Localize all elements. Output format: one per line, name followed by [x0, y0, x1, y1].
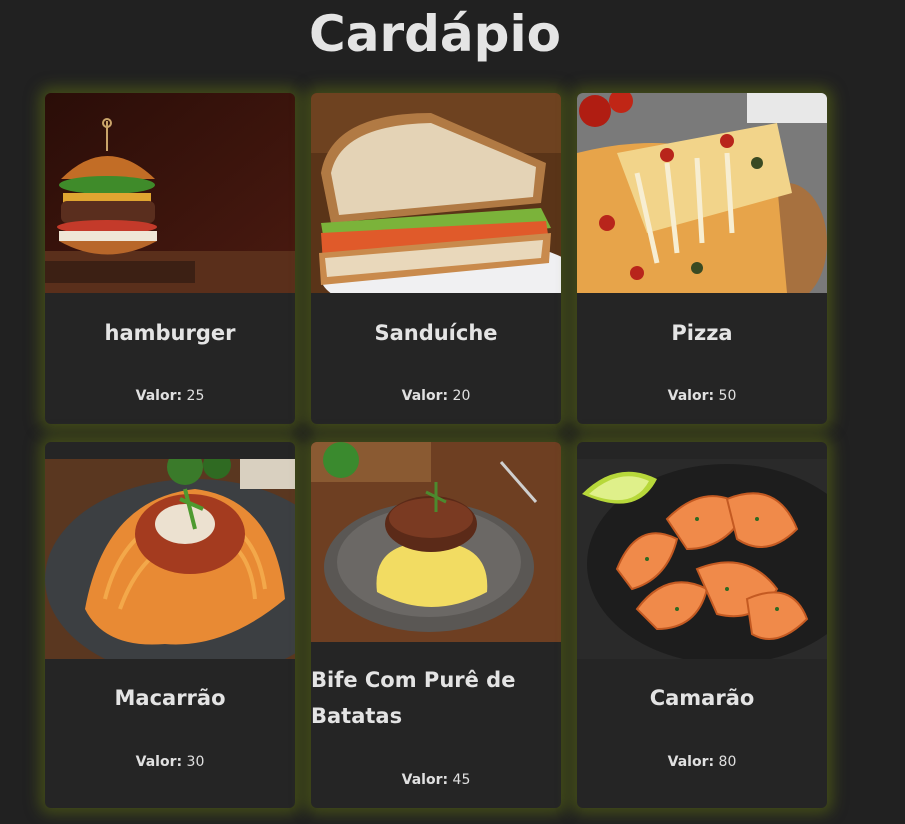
pizza-image — [577, 93, 827, 293]
menu-item-name: Pizza — [671, 321, 733, 345]
menu-item-name: Macarrão — [114, 686, 226, 710]
price-label: Valor: — [401, 388, 449, 404]
steak-mashed-potatoes-photo — [311, 442, 561, 642]
price-label: Valor: — [135, 754, 183, 770]
shrimp-photo — [577, 459, 827, 659]
spaghetti-photo — [45, 459, 295, 659]
sandwich-image — [311, 93, 561, 293]
page-title: Cardápio — [309, 5, 561, 63]
hamburger-photo — [45, 93, 295, 293]
menu-item-price: Valor: 50 — [577, 388, 827, 404]
menu-card-pizza[interactable]: Pizza Valor: 50 — [577, 93, 827, 424]
price-value: 45 — [452, 772, 471, 788]
price-value: 30 — [186, 754, 205, 770]
menu-item-name: Camarão — [649, 686, 755, 710]
steak-image — [311, 442, 561, 642]
price-label: Valor: — [667, 754, 715, 770]
menu-item-price: Valor: 45 — [311, 772, 561, 788]
shrimp-image — [577, 459, 827, 659]
menu-item-name: Sanduíche — [374, 321, 498, 345]
price-value: 25 — [186, 388, 205, 404]
price-value: 80 — [718, 754, 737, 770]
price-label: Valor: — [135, 388, 183, 404]
menu-item-price: Valor: 30 — [45, 754, 295, 770]
menu-card-macarrao[interactable]: Macarrão Valor: 30 — [45, 442, 295, 808]
hamburger-image — [45, 93, 295, 293]
price-value: 20 — [452, 388, 471, 404]
menu-item-price: Valor: 25 — [45, 388, 295, 404]
menu-card-bife-com-pure[interactable]: Bife Com Purê de Batatas Valor: 45 — [311, 442, 561, 808]
menu-item-name: hamburger — [104, 321, 236, 345]
pizza-photo — [577, 93, 827, 293]
spaghetti-image — [45, 459, 295, 659]
sandwich-photo — [311, 93, 561, 293]
menu-card-hamburger[interactable]: hamburger Valor: 25 — [45, 93, 295, 424]
menu-item-price: Valor: 20 — [311, 388, 561, 404]
price-label: Valor: — [667, 388, 715, 404]
menu-card-camarao[interactable]: Camarão Valor: 80 — [577, 442, 827, 808]
menu-item-name: Bife Com Purê de Batatas — [311, 668, 516, 728]
price-value: 50 — [718, 388, 737, 404]
menu-card-sanduiche[interactable]: Sanduíche Valor: 20 — [311, 93, 561, 424]
price-label: Valor: — [401, 772, 449, 788]
menu-item-price: Valor: 80 — [577, 754, 827, 770]
